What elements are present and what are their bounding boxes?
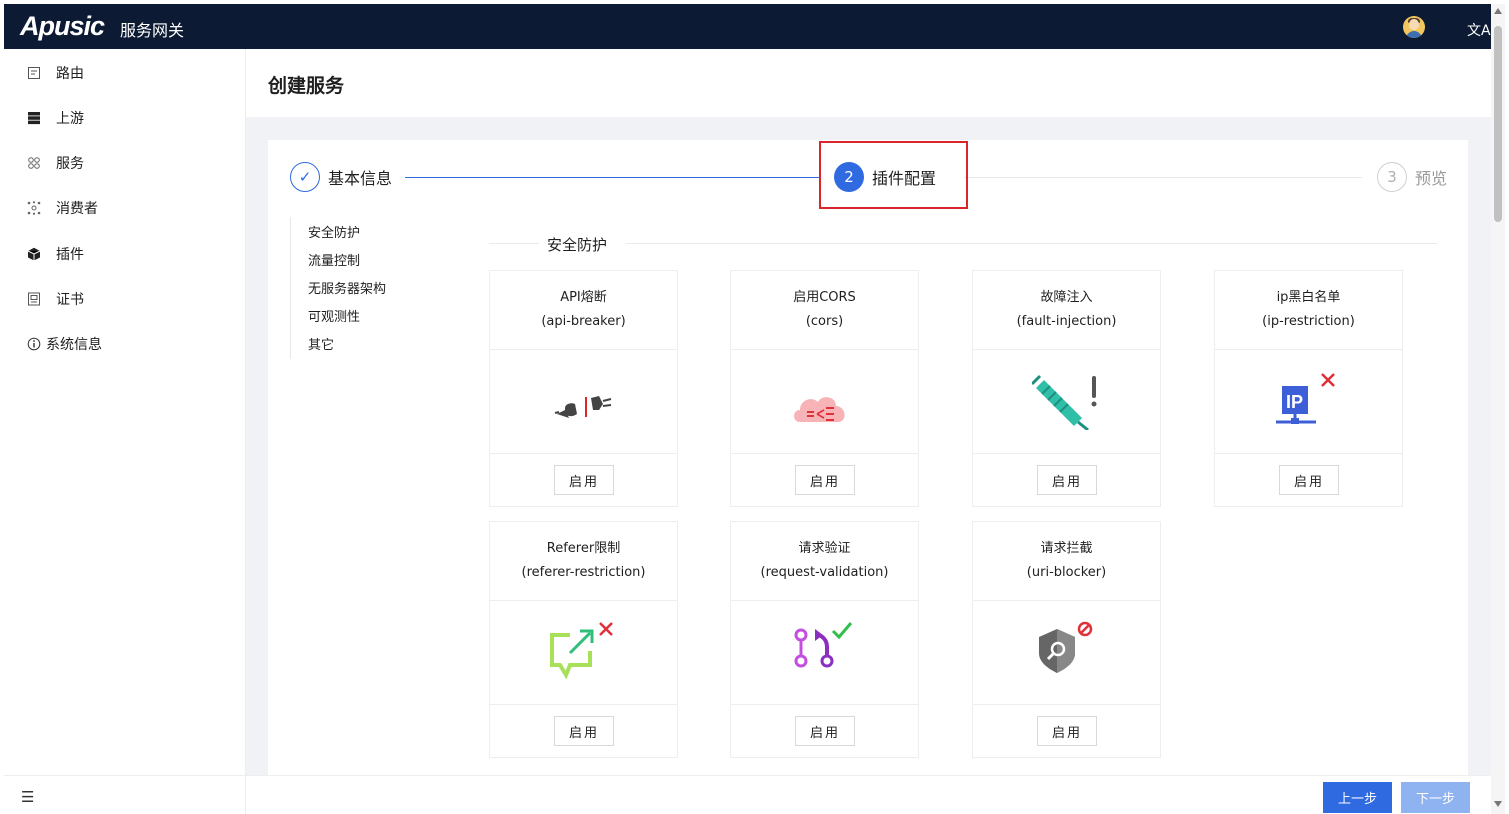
plugin-id: (uri-blocker) [1026,565,1107,580]
referer-link-icon [550,622,613,679]
enable-button[interactable]: 启用 [795,465,855,495]
plugin-name: ip黑白名单 [1276,290,1341,305]
category-anchor-nav: 安全防护 流量控制 无服务器架构 可观测性 其它 [290,217,386,359]
plugin-card-uri-blocker: 请求拦截 (uri-blocker) 启用 [972,521,1161,758]
sidebar-item-plugin[interactable]: 插件 [4,239,246,269]
anchor-observability[interactable]: 可观测性 [308,306,360,325]
sidebar-item-label: 服务 [56,156,84,172]
collapse-menu-icon[interactable]: ☰ [21,788,34,806]
plugin-name: 启用CORS [793,290,856,305]
sidebar-item-upstream[interactable]: 上游 [4,103,246,133]
scroll-up-icon[interactable] [1494,8,1502,14]
step-connector-pending [964,177,1362,178]
enable-button[interactable]: 启用 [1037,716,1097,746]
consumer-icon [27,201,41,215]
anchor-serverless[interactable]: 无服务器架构 [308,278,386,297]
enable-button[interactable]: 启用 [1037,465,1097,495]
enable-button[interactable]: 启用 [1279,465,1339,495]
sidebar-item-consumer[interactable]: 消费者 [4,193,246,223]
sidebar-item-label: 插件 [56,247,84,263]
server-icon [27,111,41,125]
step-number: 3 [1377,162,1407,192]
anchor-traffic-control[interactable]: 流量控制 [308,250,360,269]
previous-step-button[interactable]: 上一步 [1323,782,1392,813]
page-header: 创建服务 [246,49,1491,117]
plugin-id: (request-validation) [760,565,889,580]
plugin-name: 请求验证 [798,541,851,556]
plugin-card-ip-restriction: ip黑白名单 (ip-restriction) IP 启用 [1214,270,1403,507]
plugin-name: Referer限制 [546,541,621,556]
merge-check-icon [794,622,853,668]
plugin-id: (ip-restriction) [1262,314,1355,329]
svg-text:IP: IP [1286,392,1303,412]
step-label: 预览 [1415,169,1448,188]
footer-bar: 上一步 下一步 [246,775,1491,814]
sidebar-item-label: 系统信息 [46,337,102,353]
certificate-icon [27,292,41,306]
step-preview[interactable]: 3 预览 [1377,162,1447,192]
section-divider [626,243,1437,244]
anchor-other[interactable]: 其它 [308,334,334,353]
cloud-cors-icon [794,397,845,422]
sidebar-item-route[interactable]: 路由 [4,58,246,88]
plugin-card-cors: 启用CORS (cors) 启用 [730,270,919,507]
highlight-annotation-box [819,141,968,209]
page-title: 创建服务 [268,75,345,97]
plugin-id: (referer-restriction) [521,565,646,580]
section-divider [489,243,539,244]
enable-button[interactable]: 启用 [554,465,614,495]
vertical-scrollbar[interactable] [1491,4,1505,814]
sidebar-footer: ☰ [4,775,246,814]
ip-network-icon: IP [1276,373,1335,424]
sidebar-item-label: 路由 [56,66,84,82]
sidebar-item-label: 证书 [56,292,84,308]
sidebar-item-certificate[interactable]: 证书 [4,284,246,314]
scroll-down-icon[interactable] [1494,801,1502,807]
sidebar-item-label: 上游 [56,111,84,127]
plugin-card-fault-injection: 故障注入 (fault-injection) 启用 [972,270,1161,507]
route-icon [27,66,41,80]
service-icon [27,156,41,170]
syringe-icon [1032,374,1097,430]
section-title: 安全防护 [547,236,608,254]
user-avatar[interactable] [1403,16,1425,38]
anchor-security[interactable]: 安全防护 [308,222,360,241]
app-logo[interactable]: Apusic [20,11,105,42]
sidebar-item-system-info[interactable]: 系统信息 [4,329,246,359]
enable-button[interactable]: 启用 [554,716,614,746]
product-name: 服务网关 [120,20,185,40]
next-step-button[interactable]: 下一步 [1401,782,1470,813]
plug-icon [554,396,612,418]
sidebar-item-label: 消费者 [56,201,98,217]
plugin-card-referer-restriction: Referer限制 (referer-restriction) 启用 [489,521,678,758]
plugin-name: API熔断 [560,290,607,305]
plugin-id: (api-breaker) [541,314,626,329]
plugin-cube-icon [27,247,41,261]
check-icon: ✓ [290,162,320,192]
step-connector-done [405,177,819,178]
plugin-card-request-validation: 请求验证 (request-validation) 启用 [730,521,919,758]
plugin-name: 故障注入 [1040,290,1093,305]
plugin-name: 请求拦截 [1040,541,1093,556]
sidebar-item-service[interactable]: 服务 [4,148,246,178]
enable-button[interactable]: 启用 [795,716,855,746]
plugin-id: (cors) [805,314,844,329]
sidebar: 路由 上游 服务 消费者 插件 证书 系统信息 ☰ [4,49,246,814]
language-icon[interactable]: 文A [1467,20,1491,40]
shield-search-icon [1039,621,1093,673]
top-navbar: Apusic 服务网关 文A [4,4,1491,49]
scroll-thumb[interactable] [1494,26,1502,222]
plugin-card-api-breaker: API熔断 (api-breaker) 启用 [489,270,678,507]
step-label: 基本信息 [328,169,393,188]
plugin-id: (fault-injection) [1016,314,1117,329]
info-icon [27,337,41,351]
step-basic-info[interactable]: ✓ 基本信息 [290,162,392,192]
